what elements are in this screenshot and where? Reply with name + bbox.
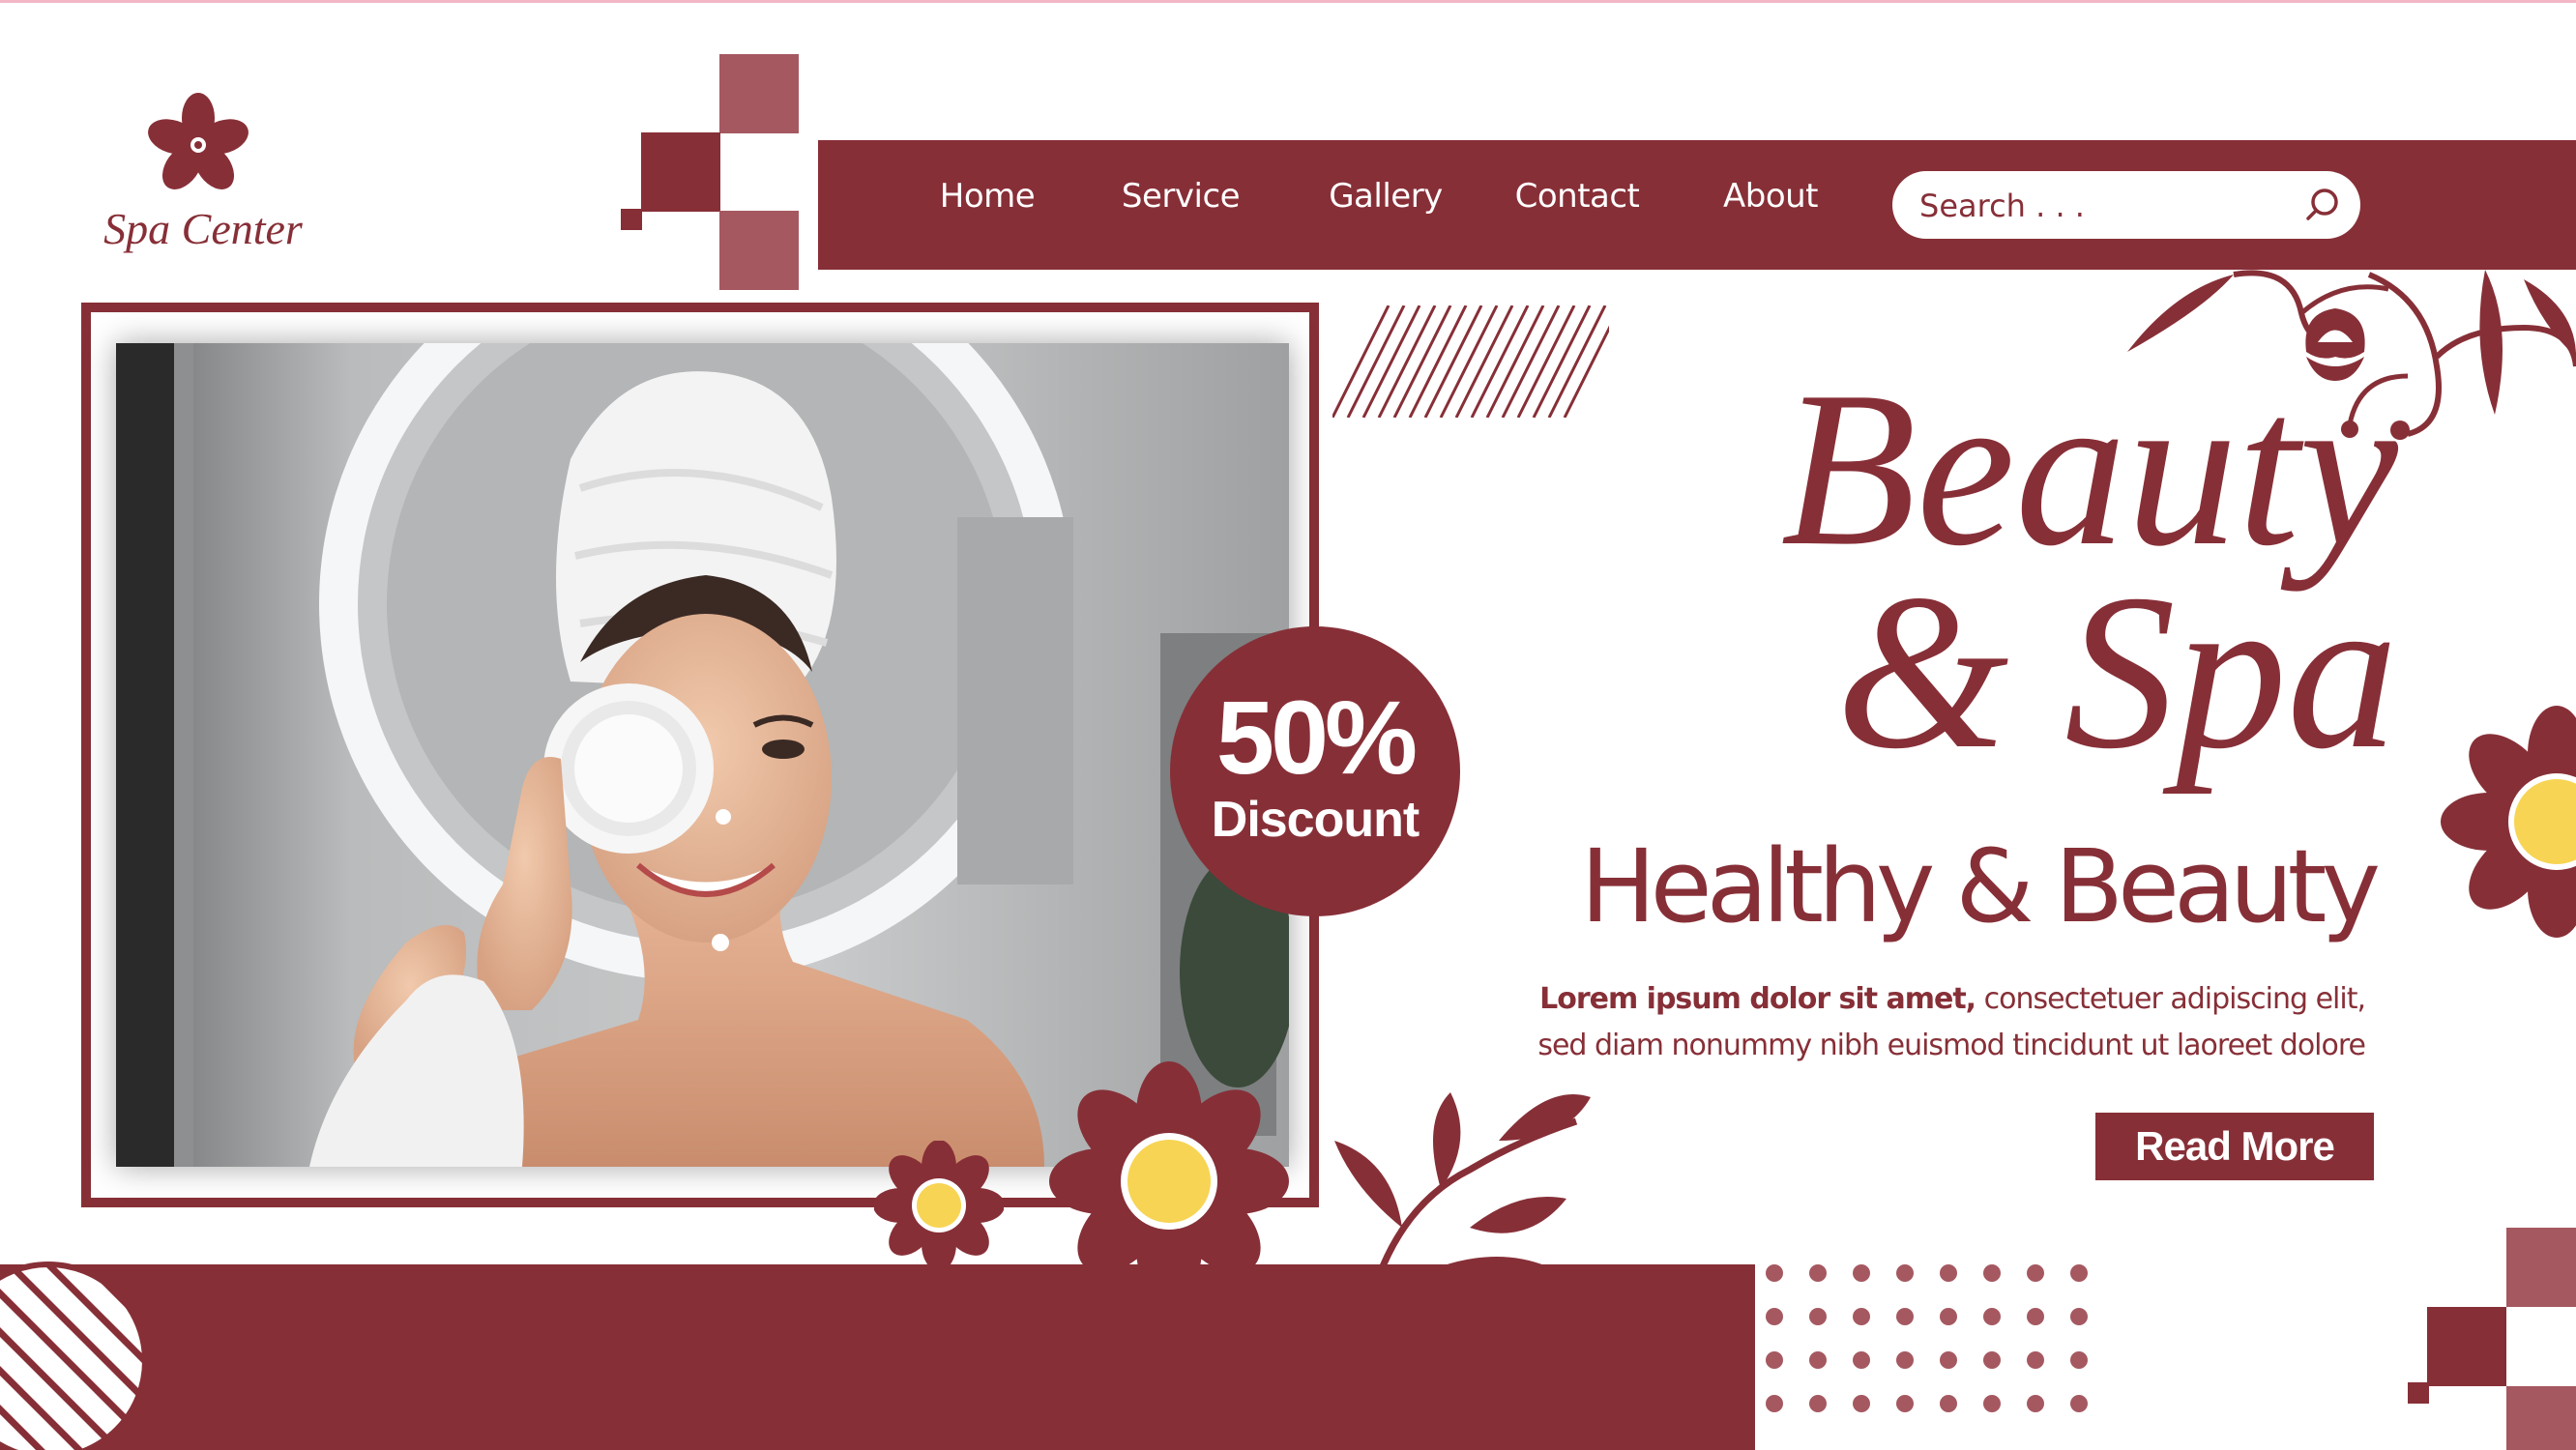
deco-dot — [2027, 1351, 2044, 1369]
deco-dot — [1983, 1351, 2001, 1369]
deco-dot — [1983, 1395, 2001, 1412]
deco-dot — [1940, 1395, 1957, 1412]
deco-square — [719, 54, 799, 133]
deco-striped-circle — [0, 1262, 148, 1450]
deco-square — [2506, 1228, 2576, 1307]
deco-dot — [1853, 1395, 1870, 1412]
nav-item-contact-us[interactable]: Contact Us — [1495, 140, 1659, 328]
search-input[interactable] — [1917, 181, 2289, 231]
hero-photo — [116, 343, 1289, 1167]
deco-dot — [1809, 1395, 1827, 1412]
deco-dot — [1766, 1351, 1783, 1369]
deco-dot — [1853, 1264, 1870, 1282]
body-text-bold: Lorem ipsum dolor sit amet, — [1539, 982, 1976, 1016]
discount-label: Discount — [1211, 792, 1420, 848]
body-text-line-2: sed diam nonummy nibh euismod tincidunt … — [1537, 1029, 2366, 1062]
deco-dot — [1809, 1351, 1827, 1369]
bottom-band — [0, 1264, 1755, 1450]
hero-subtitle: Healthy & Beauty — [1580, 827, 2381, 945]
brand-name: Spa Center — [103, 204, 303, 253]
nav-item-home[interactable]: Home — [924, 140, 1050, 270]
leaf-branch — [1334, 1092, 1591, 1266]
flower-icon — [1049, 1061, 1289, 1270]
flower-icon — [2441, 706, 2576, 938]
deco-dot — [1853, 1351, 1870, 1369]
discount-badge: 50% Discount — [1170, 626, 1460, 916]
deco-stripes — [1332, 305, 1609, 418]
deco-square — [719, 211, 799, 290]
deco-dot — [2027, 1264, 2044, 1282]
top-border-line — [0, 0, 2576, 3]
flower-icon — [148, 93, 249, 189]
deco-dot-grid — [1766, 1264, 2088, 1412]
read-more-button[interactable]: Read More — [2095, 1113, 2374, 1180]
deco-dot — [1940, 1308, 1957, 1325]
deco-dot — [1809, 1308, 1827, 1325]
deco-square — [2506, 1386, 2576, 1450]
nav-item-about[interactable]: About — [1708, 140, 1833, 270]
deco-square — [2408, 1382, 2429, 1404]
nav-bar: Home Service Gallery Contact Us About — [818, 140, 2576, 328]
nav-item-service[interactable]: Service — [1118, 140, 1244, 270]
deco-dot — [1896, 1351, 1914, 1369]
hero-body-text: Lorem ipsum dolor sit amet, consectetuer… — [1508, 976, 2366, 1069]
deco-square — [641, 132, 720, 212]
search-box — [1892, 171, 2360, 239]
discount-percent: 50% — [1215, 679, 1418, 796]
deco-dot — [1983, 1308, 2001, 1325]
hero-title-line-1: Beauty — [1780, 345, 2398, 592]
deco-dot — [2070, 1308, 2088, 1325]
deco-dot — [1983, 1264, 2001, 1282]
deco-dot — [2070, 1264, 2088, 1282]
deco-dot — [1809, 1264, 1827, 1282]
nav-item-gallery[interactable]: Gallery — [1323, 140, 1449, 270]
body-text-rest: consectetuer adipiscing elit, — [1976, 982, 2366, 1016]
woman-with-cream-image — [116, 343, 1289, 1167]
deco-dot — [2070, 1395, 2088, 1412]
deco-dot — [2070, 1351, 2088, 1369]
logo[interactable]: Spa Center — [92, 92, 314, 266]
hero-title-line-2: & Spa — [1835, 548, 2398, 795]
deco-dot — [1940, 1351, 1957, 1369]
deco-dot — [1766, 1264, 1783, 1282]
deco-dot — [1896, 1264, 1914, 1282]
deco-dot — [1766, 1308, 1783, 1325]
deco-square — [2427, 1307, 2506, 1386]
flower-icon — [874, 1141, 1004, 1270]
deco-dot — [1940, 1264, 1957, 1282]
deco-dot — [2027, 1395, 2044, 1412]
deco-dot — [1896, 1308, 1914, 1325]
deco-dot — [1766, 1395, 1783, 1412]
deco-dot — [1853, 1308, 1870, 1325]
search-icon[interactable] — [2302, 185, 2343, 225]
deco-dot — [2027, 1308, 2044, 1325]
deco-dot — [1896, 1395, 1914, 1412]
deco-square — [621, 209, 642, 230]
